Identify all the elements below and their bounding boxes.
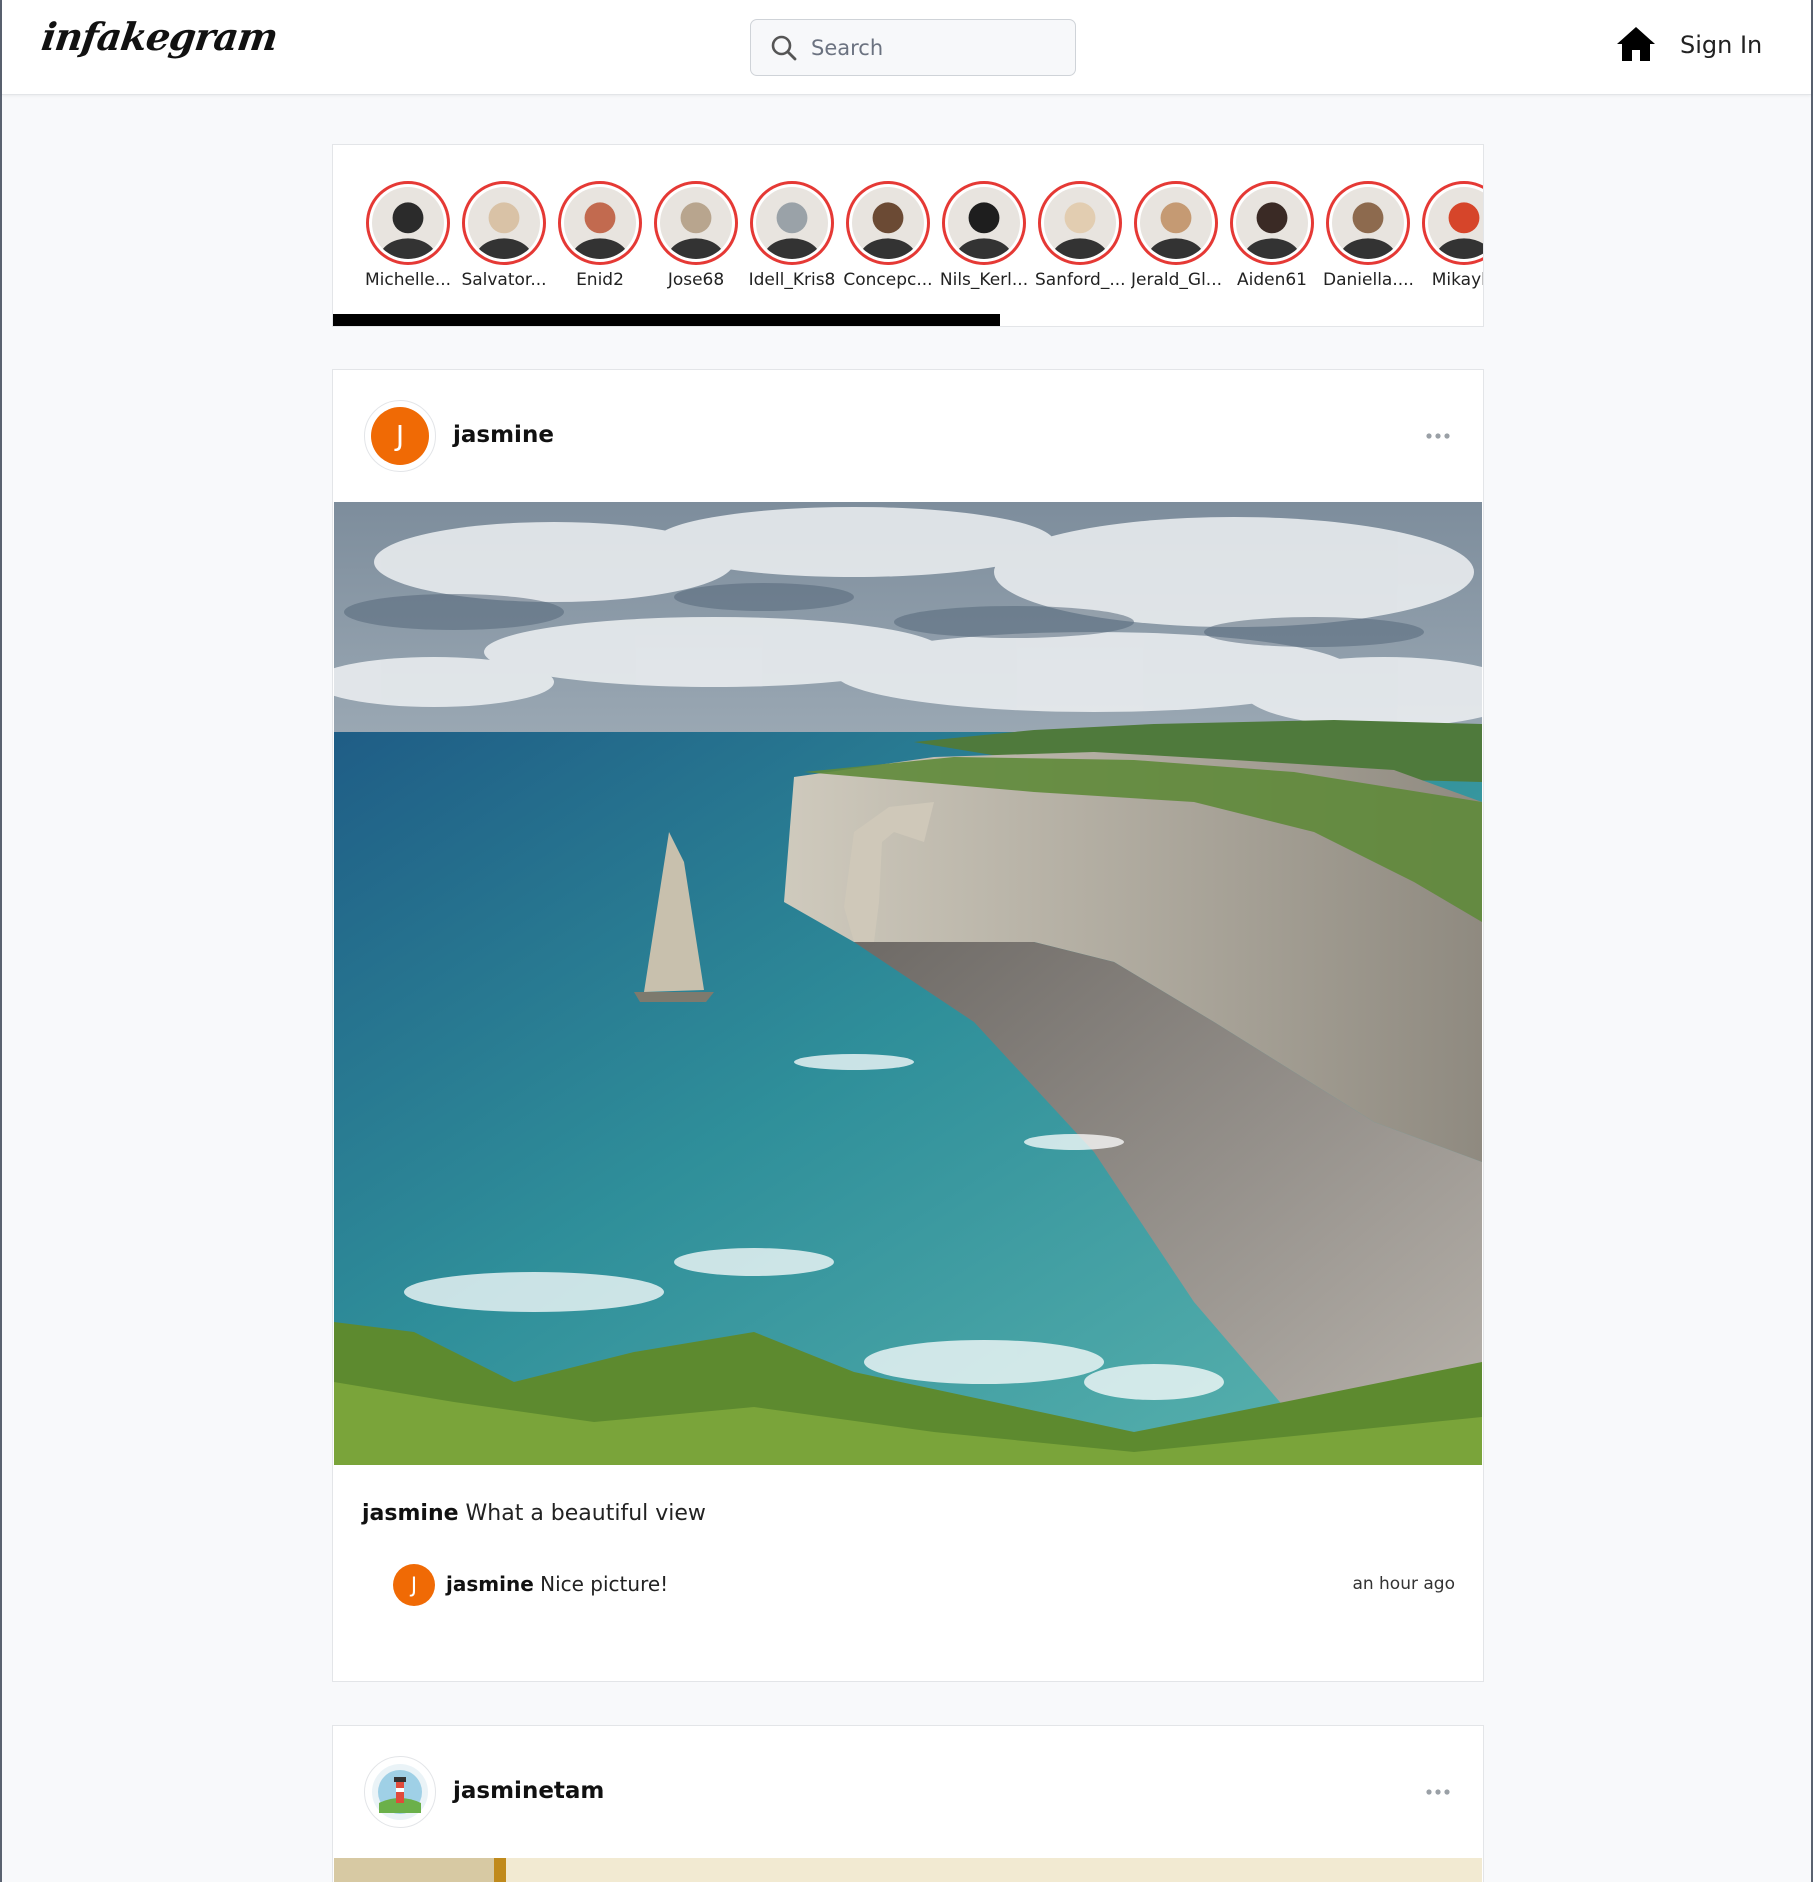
story-username: Michelle... [364, 270, 452, 290]
story-avatar[interactable] [462, 181, 546, 265]
story-avatar-image [756, 187, 828, 259]
story-avatar[interactable] [366, 181, 450, 265]
story-item[interactable]: Salvator... [459, 181, 549, 290]
story-username: Concepc... [843, 270, 933, 290]
story-item[interactable]: Enid2 [555, 181, 645, 290]
story-avatar-image [372, 187, 444, 259]
top-nav: infakegram Sign In [2, 0, 1811, 95]
story-username: Daniella.... [1323, 270, 1413, 290]
story-avatar[interactable] [1230, 181, 1314, 265]
avatar[interactable] [364, 1756, 436, 1828]
story-username: Jerald_Gl... [1131, 270, 1221, 290]
post-image[interactable] [334, 502, 1482, 1465]
comment-username[interactable]: jasmine [446, 1572, 534, 1596]
post-username[interactable]: jasminetam [453, 1778, 604, 1804]
story-avatar-image [564, 187, 636, 259]
story-avatar[interactable] [750, 181, 834, 265]
post-username[interactable]: jasmine [453, 422, 554, 448]
app-logo[interactable]: infakegram [39, 14, 280, 59]
story-item[interactable]: Nils_Kerl... [939, 181, 1029, 290]
sign-in-link[interactable]: Sign In [1680, 31, 1762, 59]
story-item[interactable]: Aiden61 [1227, 181, 1317, 290]
search-input[interactable] [811, 28, 1061, 68]
story-username: Idell_Kris8 [748, 270, 836, 290]
story-avatar[interactable] [1422, 181, 1483, 265]
story-item[interactable]: Mikayla [1419, 181, 1483, 290]
scrollbar-thumb[interactable] [333, 314, 1000, 326]
story-avatar-image [468, 187, 540, 259]
story-username: Enid2 [576, 270, 624, 290]
story-username: Aiden61 [1236, 270, 1307, 290]
comment-row: J jasmine Nice picture! an hour ago [393, 1563, 1455, 1607]
story-item[interactable]: Jose68 [651, 181, 741, 290]
more-dots-icon[interactable] [1425, 430, 1451, 442]
story-avatar-image [660, 187, 732, 259]
comment-timestamp: an hour ago [1352, 1574, 1455, 1594]
story-avatar-image [948, 187, 1020, 259]
story-item[interactable]: Michelle... [363, 181, 453, 290]
story-username: Mikayla [1431, 270, 1483, 290]
stories-scrollbar[interactable] [333, 314, 1483, 326]
story-username: Sanford_... [1035, 270, 1125, 290]
story-avatar[interactable] [1134, 181, 1218, 265]
comment-text: Nice picture! [540, 1572, 669, 1596]
story-avatar[interactable] [846, 181, 930, 265]
story-item[interactable]: Sanford_... [1035, 181, 1125, 290]
comment-avatar[interactable]: J [393, 1564, 435, 1606]
story-avatar[interactable] [654, 181, 738, 265]
post-header: J jasmine [333, 370, 1483, 502]
story-avatar-image [1332, 187, 1404, 259]
lighthouse-avatar [372, 1764, 428, 1820]
caption-text: What a beautiful view [465, 1501, 706, 1526]
home-icon[interactable] [1615, 24, 1657, 64]
post-card: J jasmine jasmine What a beautiful view … [332, 369, 1484, 1682]
story-username: Jose68 [667, 270, 725, 290]
story-avatar-image [1428, 187, 1483, 259]
search-box[interactable] [750, 19, 1076, 76]
avatar-letter: J [371, 407, 429, 465]
story-item[interactable]: Daniella.... [1323, 181, 1413, 290]
story-avatar[interactable] [558, 181, 642, 265]
story-avatar-image [1140, 187, 1212, 259]
story-avatar-image [1044, 187, 1116, 259]
story-item[interactable]: Jerald_Gl... [1131, 181, 1221, 290]
post-caption: jasmine What a beautiful view [362, 1501, 706, 1526]
story-username: Nils_Kerl... [939, 270, 1029, 290]
post-image[interactable] [334, 1858, 1482, 1882]
comment-body: jasmine Nice picture! [446, 1572, 668, 1596]
post-header: jasminetam [333, 1726, 1483, 1858]
story-avatar[interactable] [942, 181, 1026, 265]
story-avatar[interactable] [1038, 181, 1122, 265]
story-username: Salvator... [461, 270, 547, 290]
stories-bar: Michelle... Salvator... Enid2 Jose68 Idell_K… [332, 144, 1484, 327]
story-item[interactable]: Idell_Kris8 [747, 181, 837, 290]
search-icon [771, 35, 797, 61]
story-avatar[interactable] [1326, 181, 1410, 265]
story-avatar-image [852, 187, 924, 259]
avatar[interactable]: J [364, 400, 436, 472]
more-dots-icon[interactable] [1425, 1786, 1451, 1798]
caption-username[interactable]: jasmine [362, 1501, 459, 1526]
post-card: jasminetam [332, 1725, 1484, 1882]
story-avatar-image [1236, 187, 1308, 259]
story-item[interactable]: Concepc... [843, 181, 933, 290]
